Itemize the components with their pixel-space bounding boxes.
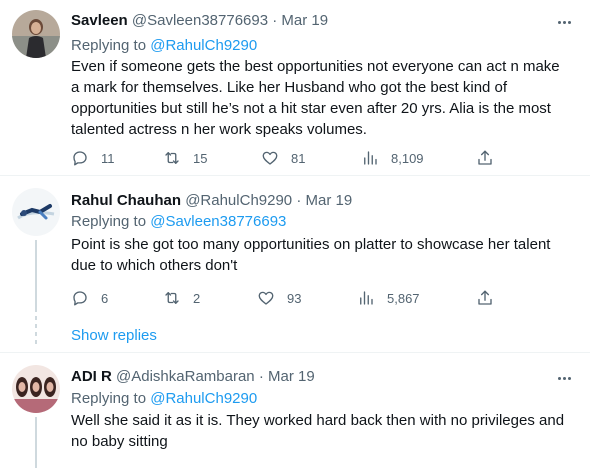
replying-to: Replying to @RahulCh9290: [71, 36, 257, 56]
thread-line: [35, 240, 37, 312]
replying-to: Replying to @RahulCh9290: [71, 389, 257, 409]
like-count: 81: [291, 150, 306, 166]
thread-line: [35, 417, 37, 468]
show-replies-link[interactable]: Show replies: [71, 326, 157, 346]
user-handle[interactable]: @Savleen38776693: [132, 12, 268, 29]
like-count: 93: [287, 290, 302, 306]
mention-link[interactable]: @RahulCh9290: [150, 37, 257, 54]
avatar[interactable]: [12, 10, 60, 58]
replying-to-label: Replying to: [71, 37, 151, 54]
tweet-text: Point is she got too many opportunities …: [71, 236, 551, 274]
retweet-button[interactable]: 2: [163, 288, 200, 308]
share-button[interactable]: [476, 288, 494, 308]
separator-dot: ·: [296, 192, 302, 209]
reply-icon: [73, 151, 87, 166]
reply-count: 6: [101, 290, 109, 306]
more-icon[interactable]: [552, 368, 576, 388]
reply-icon: [73, 291, 87, 306]
views-count: 8,109: [391, 150, 424, 166]
timestamp[interactable]: Mar 19: [281, 12, 328, 29]
replying-to-label: Replying to: [71, 390, 151, 407]
views-count: 5,867: [387, 290, 420, 306]
like-icon: [258, 291, 274, 305]
tweet-actions: 11 15 81 8,109: [71, 148, 501, 168]
tweet-header: ADI R @AdishkaRambaran · Mar 19: [71, 367, 315, 387]
share-button[interactable]: [476, 148, 494, 168]
views-button[interactable]: 5,867: [357, 288, 420, 308]
tweet-adi[interactable]: ADI R @AdishkaRambaran · Mar 19 Replying…: [0, 353, 590, 468]
separator-dot: ·: [272, 12, 278, 29]
tweet-header: Rahul Chauhan @RahulCh9290 · Mar 19: [71, 191, 352, 211]
display-name[interactable]: ADI R: [71, 368, 112, 385]
thread-continuation: [35, 316, 37, 348]
retweet-icon: [165, 292, 179, 304]
tweet-savleen[interactable]: Savleen @Savleen38776693 · Mar 19 Replyi…: [0, 0, 590, 175]
tweet-text: Well she said it as it is. They worked h…: [71, 412, 565, 450]
reply-count: 11: [101, 150, 115, 166]
avatar[interactable]: [12, 365, 60, 413]
timestamp[interactable]: Mar 19: [268, 368, 315, 385]
user-handle[interactable]: @AdishkaRambaran: [116, 368, 255, 385]
share-icon: [478, 150, 492, 165]
more-icon[interactable]: [552, 12, 576, 32]
views-icon: [360, 291, 373, 305]
tweet-text: Even if someone gets the best opportunit…: [71, 58, 560, 138]
mention-link[interactable]: @RahulCh9290: [150, 390, 257, 407]
avatar[interactable]: [12, 188, 60, 236]
separator-dot: ·: [258, 368, 264, 385]
mention-link[interactable]: @Savleen38776693: [150, 213, 286, 230]
tweet-header: Savleen @Savleen38776693 · Mar 19: [71, 11, 328, 31]
like-button[interactable]: 81: [261, 148, 305, 168]
user-handle[interactable]: @RahulCh9290: [185, 192, 292, 209]
like-icon: [262, 151, 278, 165]
reply-button[interactable]: 6: [71, 288, 108, 308]
retweet-count: 2: [193, 290, 201, 306]
replying-to: Replying to @Savleen38776693: [71, 212, 286, 232]
display-name[interactable]: Rahul Chauhan: [71, 192, 181, 209]
retweet-button[interactable]: 15: [163, 148, 207, 168]
display-name[interactable]: Savleen: [71, 12, 128, 29]
tweet-actions: 6 2 93 5,867: [71, 288, 501, 308]
timestamp[interactable]: Mar 19: [306, 192, 353, 209]
retweet-icon: [165, 152, 179, 164]
retweet-count: 15: [193, 150, 208, 166]
replying-to-label: Replying to: [71, 213, 151, 230]
share-icon: [478, 290, 492, 305]
views-button[interactable]: 8,109: [361, 148, 424, 168]
views-icon: [364, 151, 377, 165]
like-button[interactable]: 93: [257, 288, 301, 308]
tweet-rahul[interactable]: Rahul Chauhan @RahulCh9290 · Mar 19 Repl…: [0, 176, 590, 312]
reply-button[interactable]: 11: [71, 148, 115, 168]
